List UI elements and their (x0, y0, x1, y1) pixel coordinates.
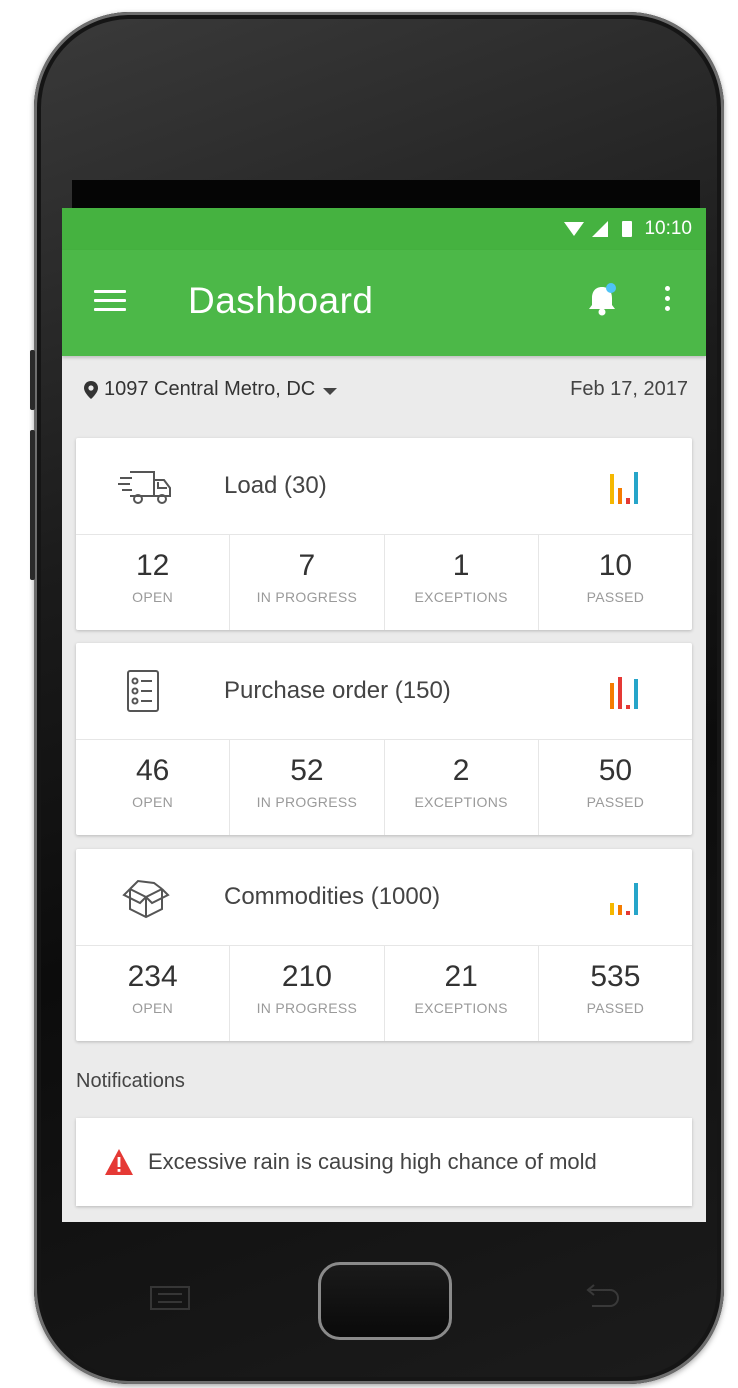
home-button[interactable] (318, 1262, 452, 1340)
load-card[interactable]: Load (30) 12 OPEN 7 IN PROGRESS 1 EXCEPTION… (76, 438, 692, 630)
card-stats: 46 OPEN 52 IN PROGRESS 2 EXCEPTIONS 50 PASSE… (76, 740, 692, 835)
box-icon (122, 879, 170, 919)
card-title: Purchase order (150) (224, 677, 451, 704)
dashboard-date: Feb 17, 2017 (570, 378, 688, 400)
notification-item[interactable]: Excessive rain is causing high chance of… (76, 1118, 692, 1206)
stat-passed[interactable]: 10 PASSED (539, 535, 692, 630)
stat-open[interactable]: 234 OPEN (76, 946, 231, 1041)
location-name: 1097 Central Metro, DC (104, 378, 316, 400)
card-stats: 12 OPEN 7 IN PROGRESS 1 EXCEPTIONS 10 PASSED (76, 535, 692, 630)
purchase-order-card[interactable]: Purchase order (150) 46 OPEN 52 IN PROGRES… (76, 643, 692, 835)
chevron-down-icon (323, 388, 338, 395)
location-pin-icon (84, 380, 98, 399)
stat-open[interactable]: 46 OPEN (76, 740, 231, 835)
bar-chart-icon[interactable] (606, 673, 646, 713)
stat-passed[interactable]: 535 PASSED (539, 946, 692, 1041)
location-row: 1097 Central Metro, DC Feb 17, 2017 (62, 356, 706, 436)
notification-bell-icon[interactable] (582, 280, 622, 320)
stat-in-progress[interactable]: 7 IN PROGRESS (230, 535, 385, 630)
battery-icon (622, 221, 633, 237)
stat-exceptions[interactable]: 2 EXCEPTIONS (385, 740, 539, 835)
stat-open[interactable]: 12 OPEN (76, 535, 231, 630)
card-stats: 234 OPEN 210 IN PROGRESS 21 EXCEPTIONS 535 P… (76, 946, 692, 1041)
screen-bezel-top (72, 180, 700, 210)
notification-badge (606, 283, 616, 293)
card-header: Commodities (1000) (76, 849, 692, 946)
more-options-icon[interactable] (662, 286, 672, 320)
card-title: Load (30) (224, 472, 327, 499)
notification-text: Excessive rain is causing high chance of… (148, 1149, 597, 1174)
stat-exceptions[interactable]: 21 EXCEPTIONS (385, 946, 539, 1041)
card-header: Purchase order (150) (76, 643, 692, 740)
card-header: Load (30) (76, 438, 692, 535)
warning-icon (105, 1149, 133, 1175)
stat-in-progress[interactable]: 210 IN PROGRESS (230, 946, 385, 1041)
volume-button (30, 350, 35, 410)
page-title: Dashboard (188, 280, 374, 321)
status-bar: 10:10 (62, 208, 706, 250)
bar-chart-icon[interactable] (606, 879, 646, 919)
bar-chart-icon[interactable] (606, 468, 646, 508)
status-time: 10:10 (644, 218, 692, 239)
location-selector[interactable]: 1097 Central Metro, DC (84, 378, 338, 401)
notifications-heading: Notifications (76, 1070, 185, 1092)
app-bar: Dashboard (62, 250, 706, 356)
side-button (30, 430, 35, 580)
stat-in-progress[interactable]: 52 IN PROGRESS (230, 740, 385, 835)
wifi-icon (564, 222, 585, 236)
back-softkey-icon[interactable] (578, 1284, 622, 1312)
signal-icon (592, 221, 609, 237)
stat-exceptions[interactable]: 1 EXCEPTIONS (385, 535, 539, 630)
commodities-card[interactable]: Commodities (1000) 234 OPEN 210 IN PROGRES… (76, 849, 692, 1041)
stat-passed[interactable]: 50 PASSED (539, 740, 692, 835)
menu-softkey-icon[interactable] (150, 1286, 190, 1310)
checklist-icon (127, 670, 159, 712)
card-title: Commodities (1000) (224, 883, 441, 910)
app-screen: 10:10 Dashboard 1097 Central Metro, DC F… (62, 208, 706, 1222)
truck-icon (118, 471, 171, 504)
hamburger-menu-icon[interactable] (94, 290, 126, 314)
